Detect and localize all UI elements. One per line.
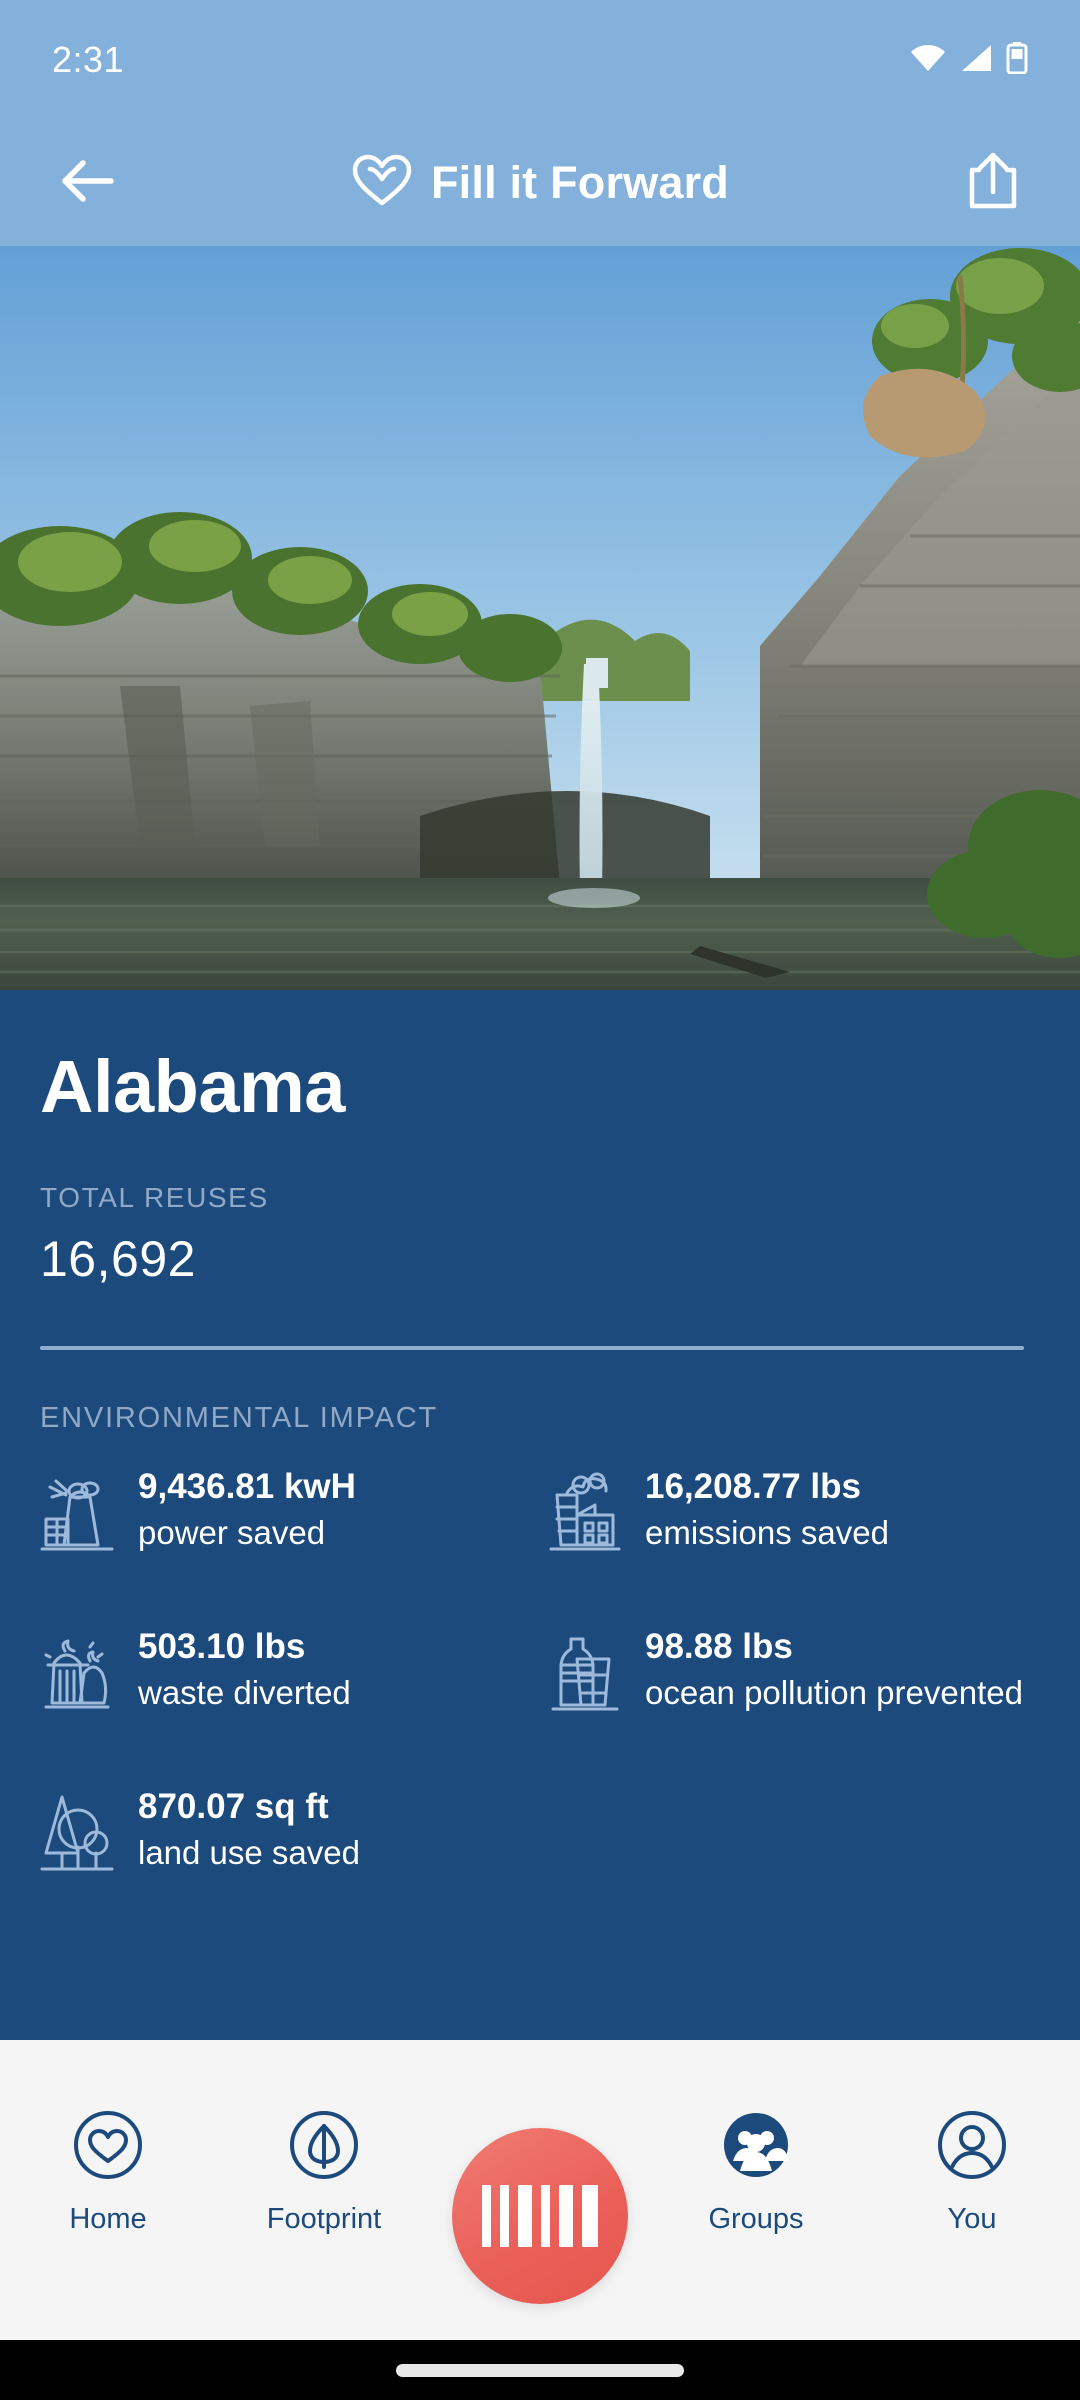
wifi-icon — [910, 44, 946, 77]
environmental-stats-grid: 9,436.81 kwH power saved 16,208.77 lbs e… — [40, 1463, 1040, 1921]
trees-icon — [40, 1783, 118, 1873]
stat-text: 503.10 lbs waste diverted — [138, 1623, 351, 1714]
leaf-circle-icon — [284, 2105, 364, 2185]
stat-value: 870.07 sq ft — [138, 1787, 329, 1826]
brand: Fill it Forward — [0, 120, 1080, 246]
status-bar: 2:31 — [0, 0, 1080, 120]
share-button[interactable] — [950, 140, 1036, 226]
stat-value: 9,436.81 kwH — [138, 1467, 356, 1506]
share-icon — [967, 152, 1019, 215]
stat-value: 503.10 lbs — [138, 1627, 306, 1666]
hero-photo — [0, 246, 1080, 990]
stat-power-saved: 9,436.81 kwH power saved — [40, 1463, 533, 1601]
stat-text: 870.07 sq ft land use saved — [138, 1783, 360, 1874]
waterfall-scene-illustration — [0, 246, 1080, 990]
app-bar: Fill it Forward — [0, 120, 1080, 246]
nav-item-footprint[interactable]: Footprint — [216, 2040, 432, 2300]
nav-label: You — [947, 2202, 997, 2235]
scan-button[interactable] — [452, 2128, 628, 2304]
stat-ocean-pollution-prevented: 98.88 lbs ocean pollution prevented — [547, 1623, 1040, 1761]
factory-icon — [547, 1463, 625, 1553]
total-reuses-value: 16,692 — [40, 1231, 196, 1287]
nav-item-groups[interactable]: Groups — [648, 2040, 864, 2300]
bottle-cup-icon — [547, 1623, 625, 1713]
total-reuses-label: TOTAL REUSES — [40, 1182, 269, 1213]
stat-description: emissions saved — [645, 1514, 889, 1552]
brand-name: Fill it Forward — [430, 157, 729, 208]
stat-value: 16,208.77 lbs — [645, 1467, 861, 1506]
status-time: 2:31 — [52, 39, 125, 80]
stat-land-use-saved: 870.07 sq ft land use saved — [40, 1783, 533, 1921]
stat-waste-diverted: 503.10 lbs waste diverted — [40, 1623, 533, 1761]
barcode-icon — [482, 2185, 598, 2247]
stat-description: waste diverted — [138, 1674, 351, 1712]
stat-description: ocean pollution prevented — [645, 1674, 1023, 1712]
environmental-impact-label: ENVIRONMENTAL IMPACT — [40, 1402, 438, 1434]
back-arrow-icon — [59, 157, 115, 210]
stat-description: power saved — [138, 1514, 326, 1552]
cellular-signal-icon — [960, 44, 992, 77]
power-plant-icon — [40, 1463, 118, 1553]
nav-label: Footprint — [266, 2202, 382, 2235]
app-screen: 2:31 Fill it Forward Alabama TOTAL REUSE… — [0, 0, 1080, 2400]
stat-text: 16,208.77 lbs emissions saved — [645, 1463, 889, 1554]
page-title: Alabama — [40, 1045, 345, 1128]
stat-text: 98.88 lbs ocean pollution prevented — [645, 1623, 1023, 1714]
heart-logo-icon — [351, 153, 413, 214]
stat-value: 98.88 lbs — [645, 1627, 793, 1666]
system-gesture-bar — [0, 2340, 1080, 2400]
bottom-navigation-bar: Home Footprint Groups You — [0, 2040, 1080, 2340]
impact-panel: Alabama TOTAL REUSES 16,692 ENVIRONMENTA… — [0, 990, 1080, 2040]
stat-emissions-saved: 16,208.77 lbs emissions saved — [547, 1463, 1040, 1601]
nav-label: Home — [69, 2202, 147, 2235]
battery-icon — [1006, 41, 1028, 79]
nav-item-home[interactable]: Home — [0, 2040, 216, 2300]
nav-item-you[interactable]: You — [864, 2040, 1080, 2300]
trash-bags-icon — [40, 1623, 118, 1713]
nav-label: Groups — [708, 2202, 804, 2235]
stat-description: land use saved — [138, 1834, 360, 1872]
people-circle-icon — [716, 2105, 796, 2185]
back-button[interactable] — [44, 140, 130, 226]
stat-text: 9,436.81 kwH power saved — [138, 1463, 356, 1554]
person-circle-icon — [932, 2105, 1012, 2185]
heart-circle-icon — [68, 2105, 148, 2185]
status-icons — [910, 41, 1028, 79]
home-indicator[interactable] — [396, 2363, 684, 2377]
section-divider — [40, 1346, 1024, 1350]
